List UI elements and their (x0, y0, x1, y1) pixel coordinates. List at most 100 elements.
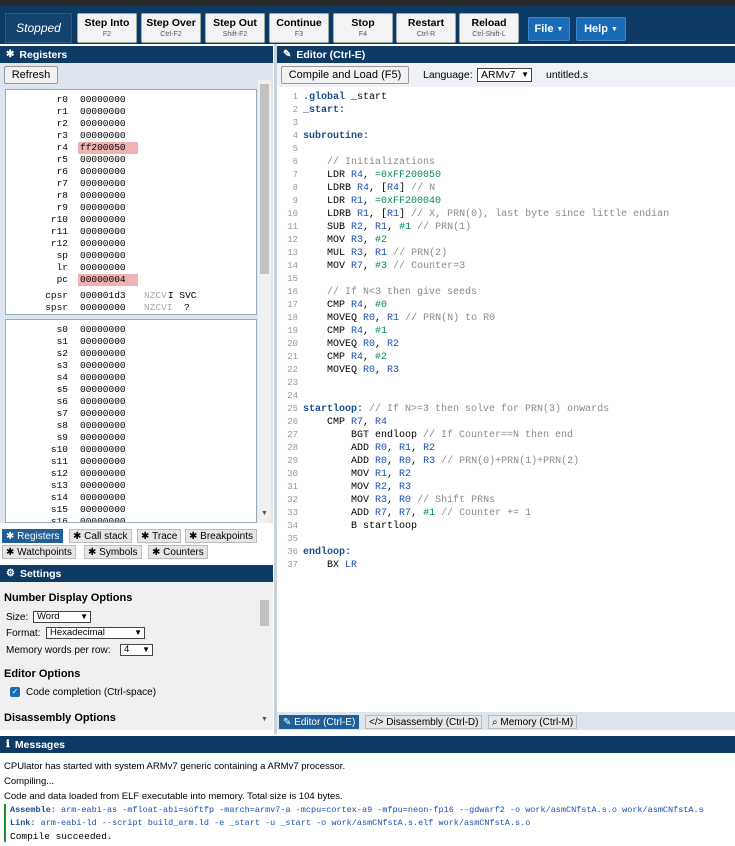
tab-editor[interactable]: ✎ Editor (Ctrl-E) (279, 715, 360, 729)
code-editor[interactable]: 1 .global _start 2 _start: 3 4 subroutine: 5 6 /… (278, 88, 735, 712)
register-value[interactable]: 00000000 (78, 106, 138, 118)
register-value[interactable]: 00000000 (78, 226, 138, 238)
tab-memory[interactable]: ⌕ Memory (Ctrl-M) (488, 715, 578, 729)
register-value[interactable]: 00000000 (78, 118, 138, 130)
tab-breakpoints[interactable]: ✱ Breakpoints (185, 529, 257, 543)
settings-scrollbar[interactable]: ▼ (258, 596, 271, 730)
register-value[interactable]: 00000000 (78, 396, 138, 408)
register-value[interactable]: 00000000 (78, 504, 138, 516)
code-text: MOV R3, #2 (303, 235, 388, 246)
register-value[interactable]: 00000000 (78, 420, 138, 432)
register-value[interactable]: 00000000 (78, 456, 138, 468)
register-value[interactable]: 00000000 (78, 372, 138, 384)
line-number: 3 (292, 118, 298, 128)
register-value[interactable]: 00000000 (78, 384, 138, 396)
register-value[interactable]: 00000000 (78, 492, 138, 504)
register-value[interactable]: 00000000 (78, 324, 138, 336)
register-value[interactable]: 00000000 (78, 166, 138, 178)
step-into-button[interactable]: Step Into F2 (77, 13, 137, 43)
tab-symbols[interactable]: ✱ Symbols (84, 545, 142, 559)
compile-load-button[interactable]: Compile and Load (F5) (281, 66, 409, 84)
code-text: MOVEQ R0, R1 // PRN(N) to R0 (303, 313, 496, 324)
register-value[interactable]: 00000000 (78, 238, 138, 250)
register-value[interactable]: 00000000 (78, 130, 138, 142)
step-over-button[interactable]: Step Over Ctrl-F2 (141, 13, 201, 43)
code-text: BX LR (303, 560, 358, 571)
register-value[interactable]: 00000000 (78, 202, 138, 214)
tab-disassembly[interactable]: </> Disassembly (Ctrl-D) (365, 715, 483, 729)
register-value[interactable]: 00000000 (78, 94, 138, 106)
line-number: 25 (287, 404, 298, 414)
line-number: 14 (287, 261, 298, 271)
scrollbar-thumb[interactable] (260, 84, 269, 274)
disassembly-options-heading: Disassembly Options (4, 712, 116, 724)
register-value[interactable]: ff200050 (78, 142, 138, 154)
file-menu-button[interactable]: File ▼ (528, 17, 570, 41)
number-display-heading: Number Display Options (4, 592, 133, 604)
line-number: 20 (287, 339, 298, 349)
register-value[interactable]: 00000000 (78, 190, 138, 202)
register-value[interactable]: 00000000 (78, 214, 138, 226)
line-number: 30 (287, 469, 298, 479)
format-select[interactable]: Hexadecimal ▼ (46, 627, 145, 639)
tab-call-stack[interactable]: ✱ Call stack (69, 529, 132, 543)
register-value[interactable]: 00000000 (78, 262, 138, 274)
line-number: 34 (287, 521, 298, 531)
register-value[interactable]: 00000000 (78, 360, 138, 372)
register-name: r6 (56, 166, 68, 177)
info-icon: ℹ (6, 739, 10, 750)
line-number: 16 (287, 287, 298, 297)
language-select[interactable]: ARMv7 ▼ (477, 68, 532, 82)
register-value[interactable]: 00000000 (78, 480, 138, 492)
tab-counters[interactable]: ✱ Counters (148, 545, 208, 559)
assemble-message: Assemble: arm-eabi-as -mfloat-abi=softfp… (10, 805, 704, 815)
code-text: SUB R2, R1, #1 // PRN(1) (303, 222, 472, 233)
step-out-button[interactable]: Step Out Shift-F2 (205, 13, 265, 43)
register-row: r7 00000000 (6, 178, 256, 190)
line-number: 27 (287, 430, 298, 440)
register-name: s2 (56, 348, 68, 359)
reload-button[interactable]: Reload Ctrl-Shift-L (459, 13, 519, 43)
panel-divider[interactable] (274, 44, 277, 734)
register-value[interactable]: 00000000 (78, 154, 138, 166)
register-name: r1 (56, 106, 68, 117)
registers-scrollbar[interactable]: ▼ (258, 80, 271, 523)
register-name: s12 (50, 468, 68, 479)
register-value[interactable]: 00000000 (78, 468, 138, 480)
register-value[interactable]: 00000000 (78, 444, 138, 456)
register-value[interactable]: 00000000 (78, 178, 138, 190)
refresh-button[interactable]: Refresh (4, 66, 58, 84)
success-marker (4, 804, 6, 842)
register-value[interactable]: 00000000 (78, 336, 138, 348)
register-name: s0 (56, 324, 68, 335)
register-value[interactable]: 000001d3 (78, 290, 138, 302)
line-number: 33 (287, 508, 298, 518)
register-value[interactable]: 00000000 (78, 516, 138, 522)
stop-button[interactable]: Stop F4 (333, 13, 393, 43)
tab-trace[interactable]: ✱ Trace (137, 529, 182, 543)
continue-button[interactable]: Continue F3 (269, 13, 329, 43)
register-row: s11 00000000 (6, 456, 256, 468)
register-value[interactable]: 00000000 (78, 408, 138, 420)
register-value[interactable]: 00000000 (78, 302, 138, 314)
register-name: s15 (50, 504, 68, 515)
help-menu-button[interactable]: Help ▼ (576, 17, 626, 41)
register-name: r4 (56, 142, 68, 153)
scrollbar-thumb[interactable] (260, 600, 269, 626)
size-select[interactable]: Word ▼ (33, 611, 91, 623)
code-text: MOV R1, R2 (303, 469, 412, 480)
scroll-down-arrow-icon[interactable]: ▼ (261, 510, 268, 517)
core-registers-table: r0 00000000 r1 00000000 r2 00000000 r3 00000000… (5, 89, 257, 315)
code-completion-checkbox[interactable]: ✓ (10, 687, 20, 697)
tab-registers[interactable]: ✱ Registers (2, 529, 64, 543)
scroll-down-arrow-icon[interactable]: ▼ (261, 716, 268, 723)
register-value[interactable]: 00000004 (78, 274, 138, 286)
register-value[interactable]: 00000000 (78, 432, 138, 444)
register-value[interactable]: 00000000 (78, 348, 138, 360)
restart-button[interactable]: Restart Ctrl-R (396, 13, 456, 43)
tab-watchpoints[interactable]: ✱ Watchpoints (2, 545, 76, 559)
register-name: sp (56, 250, 68, 261)
memory-words-select[interactable]: 4 ▼ (120, 644, 153, 656)
register-value[interactable]: 00000000 (78, 250, 138, 262)
line-number: 36 (287, 547, 298, 557)
